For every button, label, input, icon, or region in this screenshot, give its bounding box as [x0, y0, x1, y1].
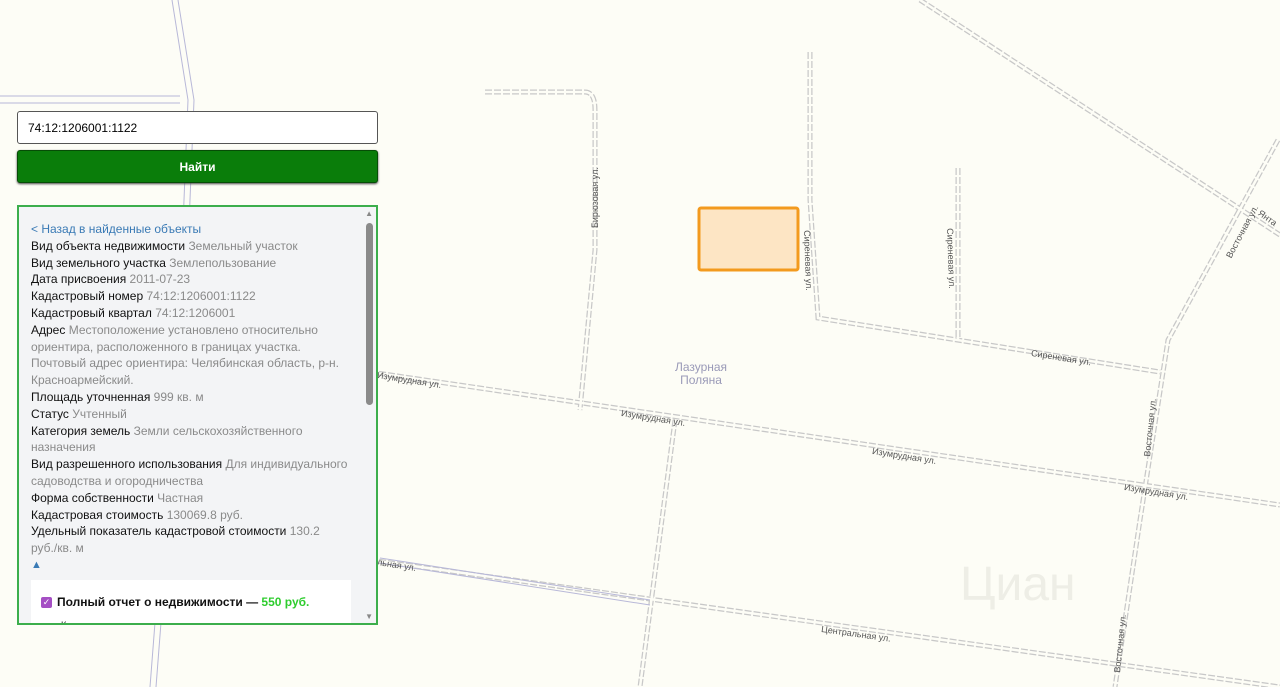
cadastral-search-input[interactable] [17, 111, 378, 144]
field-label: Вид объекта недвижимости [31, 238, 186, 253]
parcel-polygon[interactable] [697, 206, 800, 272]
find-button[interactable]: Найти [17, 150, 378, 183]
info-field: Дата присвоения 2011-07-23 [31, 271, 349, 288]
field-label: Вид разрешенного использования [31, 457, 223, 472]
field-label: Дата присвоения [31, 272, 127, 287]
street-label: Бирюзовая ул. [590, 167, 600, 228]
field-value: Частная [157, 490, 204, 505]
street-label: Сиреневая ул. [945, 228, 958, 289]
field-value: Местоположение установлено относительно … [31, 322, 340, 388]
place-label: Лазурная Поляна [674, 360, 728, 387]
street-label: Сиреневая ул. [802, 230, 815, 291]
info-field: Кадастровый номер 74:12:1206001:1122 [31, 288, 349, 305]
field-label: Вид земельного участка [31, 255, 166, 270]
info-field: Кадастровая стоимость 130069.8 руб. [31, 507, 349, 524]
report-title: Полный отчет о недвижимости — [57, 594, 262, 609]
info-field: Форма собственности Частная [31, 490, 349, 507]
field-label: Удельный показатель кадастровой стоимост… [31, 524, 287, 539]
report-offer: ✓ Полный отчет о недвижимости — 550 руб. … [31, 579, 351, 623]
field-label: Форма собственности [31, 490, 154, 505]
field-value: Земельный участок [188, 238, 298, 253]
field-label: Категория земель [31, 423, 131, 438]
info-field: Адрес Местоположение установлено относит… [31, 322, 349, 389]
info-field: Вид объекта недвижимости Земельный участ… [31, 238, 349, 255]
field-label: Статус [31, 406, 69, 421]
report-price: 550 руб. [261, 594, 310, 609]
info-field: Площадь уточненная 999 кв. м [31, 389, 349, 406]
field-label: Площадь уточненная [31, 389, 151, 404]
info-field: Категория земель Земли сельскохозяйствен… [31, 423, 349, 457]
field-label: Адрес [31, 322, 66, 337]
scroll-thumb[interactable] [366, 223, 373, 405]
info-field: Вид земельного участка Землепользование [31, 255, 349, 272]
report-checkbox[interactable]: ✓ [41, 597, 52, 609]
field-value: Учтенный [72, 406, 127, 421]
field-value: 74:12:1206001:1122 [146, 289, 256, 304]
info-field: Кадастровый квартал 74:12:1206001 [31, 305, 349, 322]
panel-scrollbar[interactable]: ▲ ▼ [362, 207, 376, 623]
back-to-results-link[interactable]: < Назад в найденные объекты [31, 221, 349, 238]
field-label: Кадастровый квартал [31, 305, 152, 320]
scroll-up-icon[interactable]: ▲ [365, 209, 373, 218]
info-field: Удельный показатель кадастровой стоимост… [31, 523, 349, 557]
collapse-toggle[interactable]: ▲ [31, 557, 349, 574]
field-value: 130069.8 руб. [166, 507, 243, 522]
field-label: Кадастровая стоимость [31, 507, 164, 522]
object-info-panel: < Назад в найденные объекты Вид объекта … [17, 205, 378, 625]
field-value: 999 кв. м [153, 389, 204, 404]
watermark: Циан [960, 558, 1076, 611]
info-field: Вид разрешенного использования Для индив… [31, 456, 349, 490]
info-field: Статус Учтенный [31, 406, 349, 423]
field-value: 2011-07-23 [129, 272, 191, 287]
field-label: Кадастровый номер [31, 289, 144, 304]
field-value: Землепользование [169, 255, 277, 270]
scroll-down-icon[interactable]: ▼ [365, 612, 373, 621]
field-value: 74:12:1206001 [155, 305, 236, 320]
report-item: Кадастровая стоимость, [61, 617, 341, 623]
